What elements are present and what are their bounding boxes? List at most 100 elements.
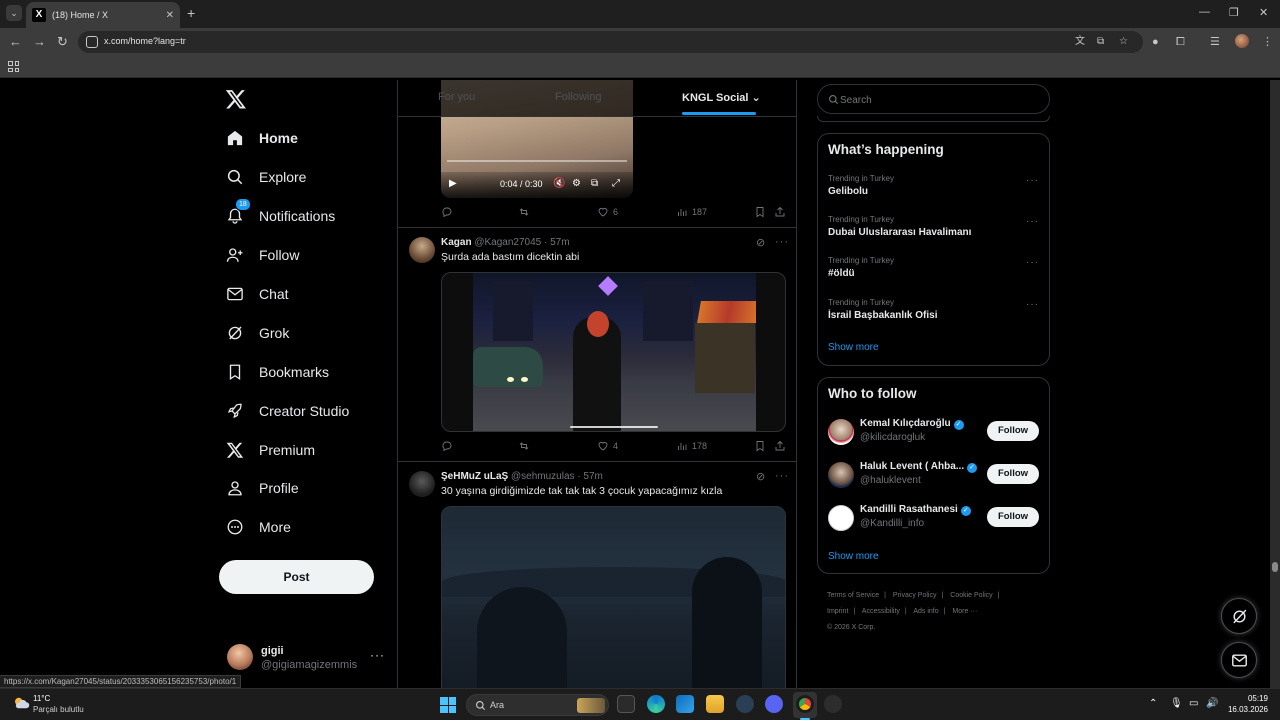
- apps-grid-icon[interactable]: [8, 61, 19, 72]
- trend-name[interactable]: İsrail Başbakanlık Ofisi: [828, 310, 938, 321]
- trend-more-icon[interactable]: ···: [1026, 175, 1039, 186]
- footer-link[interactable]: Accessibility: [862, 608, 900, 615]
- trend-more-icon[interactable]: ···: [1026, 299, 1039, 310]
- nav-creator-studio[interactable]: Creator Studio: [226, 397, 349, 425]
- task-view-icon[interactable]: [617, 695, 635, 713]
- footer-link[interactable]: Terms of Service: [827, 592, 879, 599]
- tab-search-button[interactable]: ⌄: [6, 5, 22, 21]
- account-switcher[interactable]: gigii @gigiamagizemmis ···: [227, 644, 387, 672]
- suggested-user-handle[interactable]: @haluklevent: [860, 475, 921, 486]
- trend-name[interactable]: Dubai Uluslararası Havalimanı: [828, 227, 971, 238]
- suggested-user-handle[interactable]: @Kandilli_info: [860, 518, 924, 529]
- url-text[interactable]: x.com/home?lang=tr: [104, 36, 186, 46]
- footer-link[interactable]: Imprint: [827, 608, 848, 615]
- trend-more-icon[interactable]: ···: [1026, 216, 1039, 227]
- tab-following[interactable]: Following: [555, 91, 601, 103]
- author-name[interactable]: Kagan: [441, 237, 472, 248]
- clock-date[interactable]: 16.03.2026: [1222, 705, 1268, 714]
- follow-button[interactable]: Follow: [987, 507, 1039, 527]
- weather-description[interactable]: Parçalı bulutlu: [33, 705, 84, 714]
- suggested-user-name[interactable]: Haluk Levent ( Ahba... ✓: [860, 461, 978, 473]
- nav-profile[interactable]: Profile: [226, 474, 299, 502]
- reply-button[interactable]: [441, 206, 457, 218]
- mute-icon[interactable]: 🔇: [553, 178, 565, 190]
- author-name[interactable]: ŞeHMuZ uLaŞ: [441, 471, 508, 482]
- fullscreen-icon[interactable]: ⤢: [612, 178, 620, 190]
- browser-tab[interactable]: X (18) Home / X ✕: [26, 2, 180, 28]
- trend-name[interactable]: Gelibolu: [828, 186, 868, 197]
- who-to-follow-show-more-link[interactable]: Show more: [828, 551, 879, 562]
- footer-link[interactable]: Ads info: [913, 608, 938, 615]
- show-hidden-icons-icon[interactable]: ⌃: [1149, 698, 1157, 710]
- maximize-button[interactable]: ❐: [1229, 6, 1239, 19]
- author-handle[interactable]: @sehmuzulas: [511, 471, 575, 482]
- picture-in-picture-icon[interactable]: ⧉: [591, 178, 598, 190]
- x-logo-icon[interactable]: [225, 88, 247, 110]
- post-button[interactable]: Post: [219, 560, 374, 594]
- like-button[interactable]: 6: [597, 206, 618, 218]
- messages-fab-button[interactable]: [1221, 642, 1257, 678]
- volume-icon[interactable]: 🔊: [1206, 698, 1218, 710]
- profile-avatar-icon[interactable]: [1235, 34, 1249, 48]
- close-window-button[interactable]: ✕: [1259, 6, 1268, 19]
- share-button[interactable]: [774, 206, 786, 218]
- weather-temperature[interactable]: 11°C: [33, 694, 50, 703]
- avatar[interactable]: [409, 471, 435, 497]
- discord-icon[interactable]: [765, 695, 783, 713]
- partly-cloudy-icon[interactable]: [12, 696, 30, 710]
- reading-list-icon[interactable]: ☰: [1210, 35, 1220, 49]
- share-button[interactable]: [774, 440, 786, 452]
- chrome-icon[interactable]: [796, 695, 814, 713]
- tweet-more-icon[interactable]: ···: [775, 470, 789, 482]
- taskbar-search[interactable]: Ara: [466, 694, 609, 716]
- tweet-time[interactable]: · 57m: [544, 237, 570, 248]
- trends-show-more-link[interactable]: Show more: [828, 342, 879, 353]
- play-icon[interactable]: ▶: [449, 178, 457, 190]
- bookmark-star-icon[interactable]: ☆: [1119, 36, 1128, 48]
- nav-home[interactable]: Home: [226, 124, 298, 152]
- footer-link[interactable]: Privacy Policy: [893, 592, 937, 599]
- start-button-icon[interactable]: [440, 697, 456, 713]
- install-app-icon[interactable]: ⧉: [1097, 36, 1104, 48]
- suggested-user-name[interactable]: Kemal Kılıçdaroğlu ✓: [860, 418, 964, 430]
- repost-button[interactable]: [518, 206, 534, 218]
- tweet-media[interactable]: [441, 272, 786, 432]
- bookmark-button[interactable]: [754, 206, 766, 218]
- nav-grok[interactable]: Grok: [226, 319, 289, 347]
- video-progress-bar[interactable]: [447, 160, 627, 162]
- follow-button[interactable]: Follow: [987, 464, 1039, 484]
- extension-icon[interactable]: ●: [1152, 35, 1159, 49]
- views-button[interactable]: 178: [676, 440, 707, 452]
- display-icon[interactable]: ▭: [1189, 698, 1198, 710]
- tweet-more-icon[interactable]: ···: [775, 236, 789, 248]
- pinned-app-icon[interactable]: [824, 695, 842, 713]
- nav-chat[interactable]: Chat: [226, 280, 289, 308]
- search-input[interactable]: [840, 92, 1030, 108]
- account-more-icon[interactable]: ···: [370, 648, 385, 662]
- file-explorer-icon[interactable]: [706, 695, 724, 713]
- search-box[interactable]: [817, 84, 1050, 114]
- trend-more-icon[interactable]: ···: [1026, 257, 1039, 268]
- clock-time[interactable]: 05:19: [1232, 694, 1268, 703]
- nav-premium[interactable]: Premium: [226, 436, 315, 464]
- scrollbar-thumb[interactable]: [1272, 562, 1278, 572]
- edge-icon[interactable]: [647, 695, 665, 713]
- avatar[interactable]: [409, 237, 435, 263]
- avatar[interactable]: [828, 505, 854, 531]
- forward-icon[interactable]: →: [33, 34, 46, 50]
- minimize-button[interactable]: —: [1199, 6, 1210, 18]
- nav-more[interactable]: More: [226, 513, 291, 541]
- site-info-icon[interactable]: [86, 36, 98, 48]
- new-tab-button[interactable]: +: [187, 5, 195, 21]
- browser-menu-icon[interactable]: ⋮: [1262, 35, 1273, 49]
- grok-explain-icon[interactable]: ⊘: [756, 236, 765, 249]
- footer-link[interactable]: More ···: [952, 608, 977, 615]
- store-icon[interactable]: [676, 695, 694, 713]
- like-button[interactable]: 4: [597, 440, 618, 452]
- trend-name[interactable]: #öldü: [828, 268, 855, 279]
- grok-fab-button[interactable]: [1221, 598, 1257, 634]
- nav-notifications[interactable]: 18 Notifications: [226, 198, 335, 230]
- tab-kngl-social[interactable]: KNGL Social ⌄: [682, 91, 761, 104]
- repost-button[interactable]: [518, 440, 534, 452]
- nav-explore[interactable]: Explore: [226, 163, 306, 191]
